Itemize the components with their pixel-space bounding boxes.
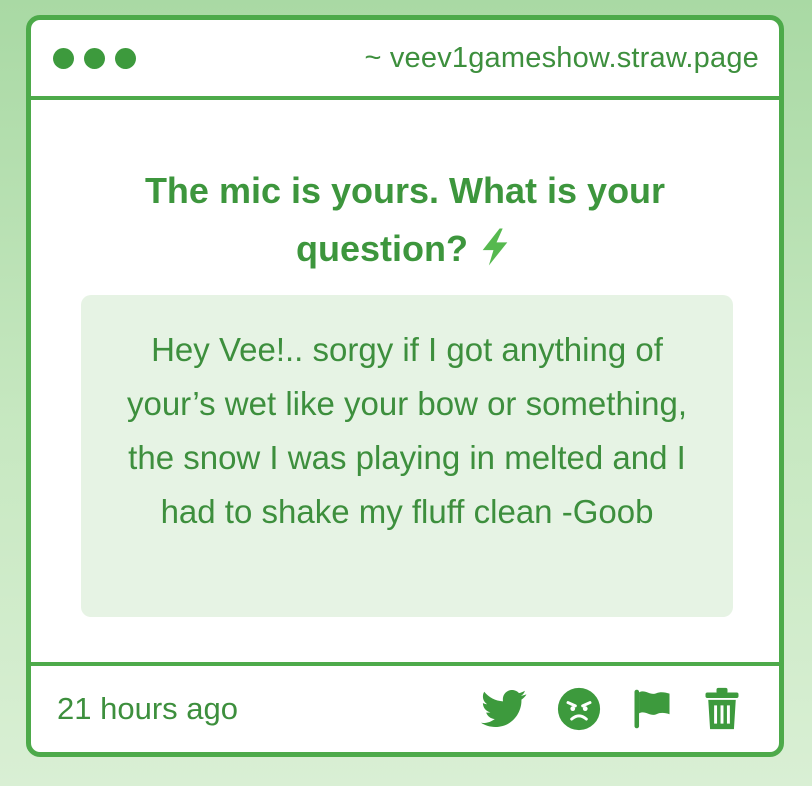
window-dot-2	[84, 47, 105, 69]
action-bar	[481, 687, 741, 731]
flag-icon[interactable]	[631, 688, 673, 730]
window-dot-1	[53, 47, 74, 69]
page-url[interactable]: ~ veev1gameshow.straw.page	[364, 42, 759, 75]
question-card: ~ veev1gameshow.straw.page The mic is yo…	[26, 15, 784, 757]
message-text: Hey Vee!.. sorgy if I got anything of yo…	[126, 331, 688, 530]
question-text: The mic is yours. What is your question?	[144, 170, 666, 269]
twitter-icon[interactable]	[481, 689, 527, 729]
trash-icon[interactable]	[703, 687, 741, 731]
angry-face-icon[interactable]	[557, 687, 601, 731]
lightning-bolt-icon	[476, 226, 514, 284]
card-footer: 21 hours ago	[31, 662, 779, 752]
window-dot-3	[115, 47, 136, 69]
question-heading: The mic is yours. What is your question?	[105, 162, 705, 284]
window-titlebar: ~ veev1gameshow.straw.page	[31, 20, 779, 100]
message-box: Hey Vee!.. sorgy if I got anything of yo…	[81, 295, 733, 617]
timestamp: 21 hours ago	[57, 691, 238, 726]
window-dots	[53, 47, 136, 69]
